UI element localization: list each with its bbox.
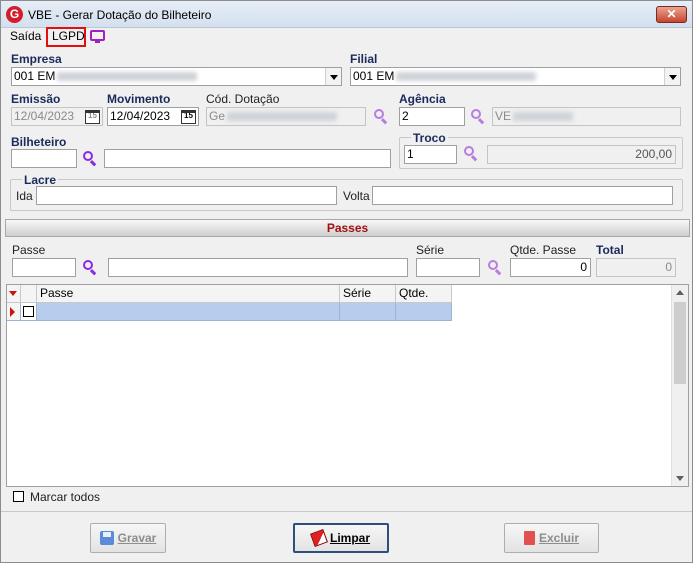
lacre-label: Lacre <box>22 173 59 187</box>
cod-dotacao-label: Cód. Dotação <box>206 92 280 106</box>
chevron-down-icon[interactable] <box>325 68 341 85</box>
close-button[interactable]: ✕ <box>656 6 687 23</box>
passes-grid[interactable]: Passe Série Qtde. <box>6 284 689 487</box>
calendar-icon[interactable]: 15 <box>181 110 196 124</box>
grid-column-qtde[interactable]: Qtde. <box>396 285 452 303</box>
emissao-label: Emissão <box>11 92 61 106</box>
scroll-down-icon[interactable] <box>676 476 684 481</box>
sort-arrow-icon <box>9 291 17 296</box>
passe-code-field[interactable] <box>12 258 76 277</box>
empresa-value: 001 EM <box>14 69 56 83</box>
qtde-passe-field[interactable]: 0 <box>510 258 591 277</box>
title-bar: G VBE - Gerar Dotação do Bilheteiro ✕ <box>1 1 692 28</box>
ida-label: Ida <box>16 189 33 203</box>
eraser-icon <box>310 528 328 547</box>
gravar-button[interactable]: Gravar <box>90 523 166 553</box>
trash-icon <box>523 530 535 545</box>
window: G VBE - Gerar Dotação do Bilheteiro ✕ Sa… <box>0 0 693 563</box>
emissao-value: 12/04/2023 <box>14 109 75 123</box>
serie-field[interactable] <box>416 258 480 277</box>
filial-value: 001 EM <box>353 69 395 83</box>
row-checkbox[interactable] <box>23 306 34 317</box>
movimento-date-field[interactable]: 12/04/2023 15 <box>107 107 199 126</box>
agencia-code-value: 2 <box>402 109 409 123</box>
chevron-down-icon[interactable] <box>664 68 680 85</box>
search-icon[interactable] <box>372 108 390 126</box>
search-icon[interactable] <box>462 145 480 163</box>
troco-label: Troco <box>411 131 448 145</box>
search-icon[interactable] <box>81 259 99 277</box>
troco-code-field[interactable]: 1 <box>404 145 457 164</box>
qtde-passe-value: 0 <box>580 260 587 274</box>
ida-field[interactable] <box>36 186 337 205</box>
volta-field[interactable] <box>372 186 673 205</box>
limpar-button[interactable]: Limpar <box>293 523 389 553</box>
row-checkbox-cell[interactable] <box>21 303 37 321</box>
limpar-label: Limpar <box>329 531 370 545</box>
emissao-date-field: 12/04/2023 15 <box>11 107 103 126</box>
row-cell-serie[interactable] <box>340 303 396 321</box>
movimento-value: 12/04/2023 <box>110 109 171 123</box>
redacted-text <box>396 72 537 82</box>
grid-column-serie[interactable]: Série <box>340 285 396 303</box>
passe-name-field[interactable] <box>108 258 408 277</box>
cod-dotacao-value: Ge <box>209 109 226 123</box>
redacted-text <box>513 112 574 122</box>
row-indicator <box>7 303 21 321</box>
floppy-disk-icon <box>99 530 114 545</box>
marcar-todos-checkbox[interactable] <box>13 491 24 502</box>
passe-label: Passe <box>12 243 46 257</box>
total-field: 0 <box>596 258 676 277</box>
movimento-label: Movimento <box>107 92 171 106</box>
grid-indicator-header[interactable] <box>7 285 21 303</box>
app-logo-icon: G <box>6 6 23 23</box>
search-icon[interactable] <box>469 108 487 126</box>
total-label: Total <box>596 243 624 257</box>
empresa-select[interactable]: 001 EM <box>11 67 342 86</box>
menu-saida[interactable]: Saída <box>10 29 41 43</box>
divider <box>1 511 692 512</box>
passes-section-header: Passes <box>5 219 690 237</box>
agencia-label: Agência <box>399 92 446 106</box>
agencia-code-field[interactable]: 2 <box>399 107 465 126</box>
troco-code-value: 1 <box>407 147 414 161</box>
redacted-text <box>57 72 198 82</box>
excluir-button[interactable]: Excluir <box>504 523 599 553</box>
grid-column-passe[interactable]: Passe <box>37 285 340 303</box>
marcar-todos-label[interactable]: Marcar todos <box>30 490 100 504</box>
redacted-text <box>227 112 338 122</box>
cod-dotacao-field: Ge <box>206 107 366 126</box>
search-icon[interactable] <box>486 259 504 277</box>
volta-label: Volta <box>343 189 370 203</box>
agencia-name-field: VE <box>492 107 681 126</box>
troco-value-field: 200,00 <box>487 145 676 164</box>
filial-select[interactable]: 001 EM <box>350 67 681 86</box>
qtde-passe-label: Qtde. Passe <box>510 243 577 257</box>
grid-checkbox-header[interactable] <box>21 285 37 303</box>
current-row-icon <box>10 307 15 317</box>
agencia-name-value: VE <box>495 109 512 123</box>
gravar-label: Gravar <box>117 531 157 545</box>
window-title: VBE - Gerar Dotação do Bilheteiro <box>28 8 212 22</box>
monitor-icon[interactable] <box>90 30 105 43</box>
troco-value: 200,00 <box>635 147 672 161</box>
excluir-label: Excluir <box>538 531 580 545</box>
menu-lgpd[interactable]: LGPD <box>52 29 85 43</box>
filial-label: Filial <box>350 52 378 66</box>
bilheteiro-label: Bilheteiro <box>11 135 67 149</box>
scroll-up-icon[interactable] <box>676 290 684 295</box>
menu-bar: Saída LGPD <box>1 27 692 47</box>
search-icon[interactable] <box>81 150 99 168</box>
total-value: 0 <box>665 260 672 274</box>
row-cell-passe[interactable] <box>37 303 340 321</box>
calendar-icon: 15 <box>85 110 100 124</box>
row-cell-qtde[interactable] <box>396 303 452 321</box>
vertical-scrollbar[interactable] <box>671 285 688 486</box>
bilheteiro-name-field[interactable] <box>104 149 391 168</box>
bilheteiro-code-field[interactable] <box>11 149 77 168</box>
scroll-thumb[interactable] <box>674 302 686 384</box>
serie-label: Série <box>416 243 445 257</box>
empresa-label: Empresa <box>11 52 62 66</box>
